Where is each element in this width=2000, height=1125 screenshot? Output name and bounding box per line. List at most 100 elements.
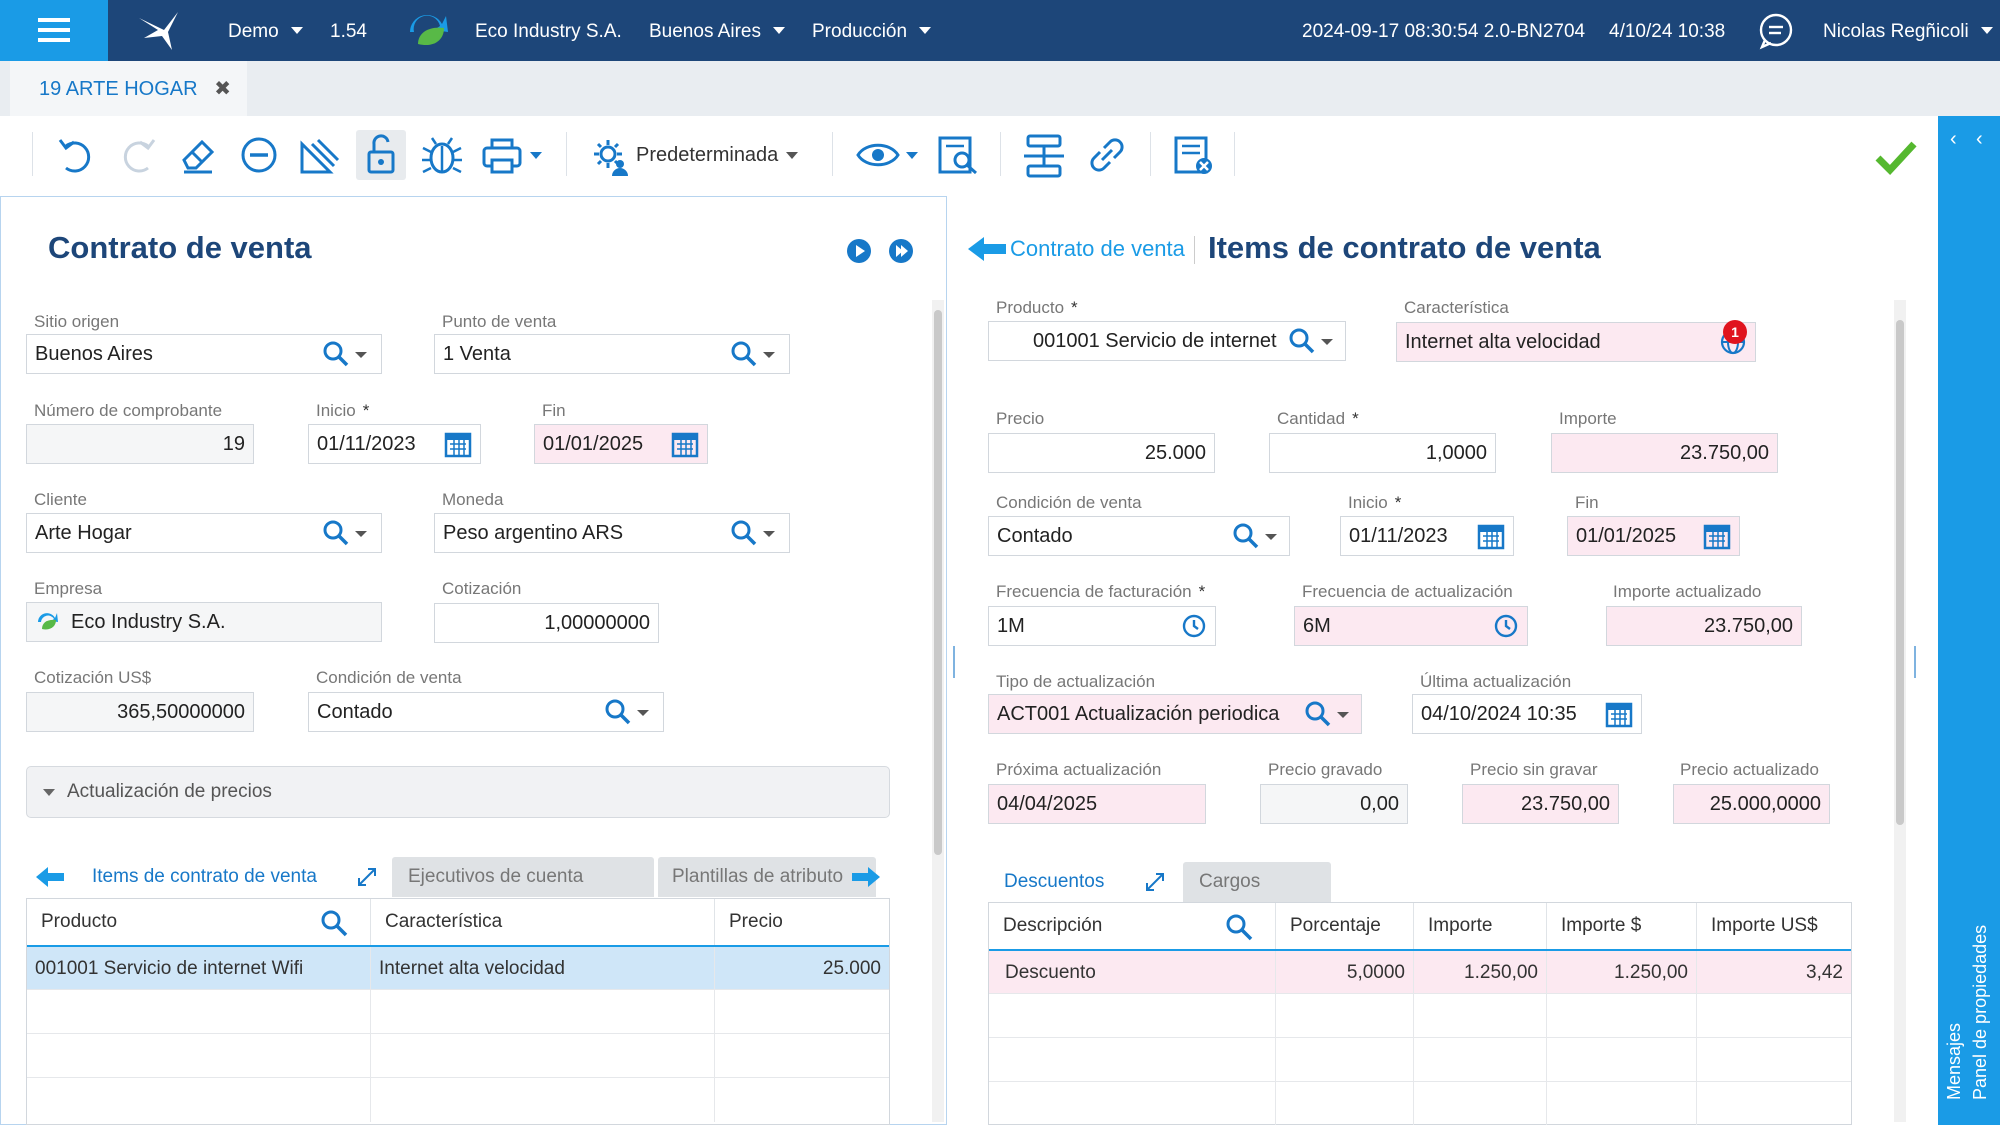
back-arrow-icon[interactable] (966, 234, 1008, 264)
freq-facturacion-field[interactable]: 1M (988, 606, 1216, 646)
menu-button[interactable] (0, 0, 108, 61)
ultima-actualizacion-field[interactable]: 04/10/2024 10:35 (1412, 694, 1642, 734)
search-dropdown-icon[interactable] (1287, 326, 1337, 356)
module-selector[interactable]: Producción (812, 0, 932, 61)
collapse-left-icon[interactable]: ‹ (1950, 128, 1957, 151)
list-cancel-icon[interactable] (1170, 130, 1218, 180)
redo-icon[interactable] (114, 130, 162, 180)
visibility-button[interactable] (854, 130, 920, 180)
bug-icon[interactable] (418, 130, 466, 180)
properties-panel-tab[interactable]: Panel de propiedades (1970, 925, 1991, 1100)
col-caracteristica[interactable]: Característica (371, 899, 715, 945)
col-importe[interactable]: Importe (1414, 903, 1547, 949)
col-precio[interactable]: Precio (715, 899, 889, 945)
ultima-actualizacion-label: Última actualización (1420, 672, 1572, 691)
punto-venta-field[interactable]: 1 Venta (434, 334, 790, 374)
cancel-circle-icon[interactable] (235, 130, 283, 180)
inicio-item-field[interactable]: 01/11/2023 (1340, 516, 1514, 556)
cotizacion-field[interactable]: 1,00000000 (434, 603, 659, 643)
scroll-thumb[interactable] (1896, 320, 1904, 825)
col-porcentaje[interactable]: Porcentaje (1276, 903, 1414, 949)
search-icon[interactable] (1225, 913, 1253, 941)
search-dropdown-icon[interactable] (729, 518, 779, 548)
inicio-label: Inicio * (316, 401, 370, 420)
confirm-check-icon[interactable] (1874, 136, 1918, 176)
cell-importe-pesos: 1.250,00 (1547, 951, 1697, 995)
fin-field[interactable]: 01/01/2025 (534, 424, 708, 464)
eraser-icon[interactable] (174, 130, 222, 180)
search-dropdown-icon[interactable] (729, 339, 779, 369)
env-selector[interactable]: Demo (228, 0, 303, 61)
tipo-actualizacion-field[interactable]: ACT001 Actualización periodica (988, 694, 1362, 734)
cliente-field[interactable]: Arte Hogar (26, 513, 382, 553)
print-button[interactable] (480, 130, 546, 180)
play-icon[interactable] (846, 238, 872, 264)
precio-gravado-field: 0,00 (1260, 784, 1408, 824)
search-dropdown-icon[interactable] (1231, 521, 1281, 551)
clock-icon[interactable] (1493, 613, 1519, 639)
caracteristica-field[interactable]: Internet alta velocidad 1 (1396, 320, 1756, 362)
col-importe-pesos[interactable]: Importe $ (1547, 903, 1697, 949)
right-scrollbar[interactable] (1894, 300, 1906, 1122)
condicion-venta-item-field[interactable]: Contado (988, 516, 1290, 556)
site-selector[interactable]: Buenos Aires (649, 0, 785, 61)
split-icon[interactable] (1020, 130, 1068, 180)
expand-icon[interactable] (1144, 871, 1166, 893)
empty-row (27, 1077, 889, 1122)
condicion-venta-field[interactable]: Contado (308, 692, 664, 732)
tab-ejecutivos[interactable]: Ejecutivos de cuenta (392, 857, 654, 897)
link-icon[interactable] (1082, 130, 1130, 180)
fin-item-field[interactable]: 01/01/2025 (1567, 516, 1740, 556)
inicio-field[interactable]: 01/11/2023 (308, 424, 481, 464)
search-dropdown-icon[interactable] (321, 339, 371, 369)
scroll-thumb[interactable] (934, 310, 942, 855)
arrow-right-icon[interactable] (850, 864, 882, 890)
precio-field[interactable]: 25.000 (988, 433, 1215, 473)
price-update-section[interactable]: Actualización de precios (26, 766, 890, 818)
sitio-origen-field[interactable]: Buenos Aires (26, 334, 382, 374)
tab-items-contrato[interactable]: Items de contrato de venta (76, 857, 386, 897)
calendar-icon[interactable] (444, 430, 472, 458)
calendar-icon[interactable] (671, 430, 699, 458)
document-tab[interactable]: 19 ARTE HOGAR ✖ (10, 61, 247, 116)
view-selector[interactable]: Predeterminada (590, 130, 810, 180)
splitter-handle[interactable] (1914, 646, 1916, 678)
clock-icon[interactable] (1181, 613, 1207, 639)
tab-cargos[interactable]: Cargos (1183, 862, 1331, 902)
col-producto[interactable]: Producto (27, 899, 371, 945)
calendar-icon[interactable] (1605, 700, 1633, 728)
undo-icon[interactable] (52, 130, 100, 180)
proxima-actualizacion-field[interactable]: 04/04/2025 (988, 784, 1206, 824)
user-menu[interactable]: Nicolas Regñicoli (1823, 0, 1993, 61)
next-icon[interactable] (888, 238, 914, 264)
chat-icon[interactable] (1757, 12, 1795, 50)
col-descripcion[interactable]: Descripción (989, 903, 1276, 949)
messages-tab[interactable]: Mensajes (1944, 1023, 1965, 1100)
search-dropdown-icon[interactable] (321, 518, 371, 548)
document-tab-label: 19 ARTE HOGAR (39, 78, 198, 100)
unlock-button[interactable] (356, 130, 406, 180)
collapse-left-icon-2[interactable]: ‹ (1976, 128, 1983, 151)
ruler-pen-icon[interactable] (296, 130, 344, 180)
expand-icon[interactable] (356, 866, 378, 888)
close-tab-icon[interactable]: ✖ (214, 61, 231, 118)
table-row[interactable]: 001001 Servicio de internet Wifi Interne… (27, 945, 889, 991)
tab-plantillas[interactable]: Plantillas de atributo (658, 857, 876, 897)
left-scrollbar[interactable] (932, 300, 944, 1122)
back-link[interactable]: Contrato de venta (1010, 236, 1185, 262)
document-search-icon[interactable] (934, 130, 982, 180)
search-icon[interactable] (320, 909, 348, 937)
arrow-left-icon[interactable] (34, 864, 66, 890)
moneda-field[interactable]: Peso argentino ARS (434, 513, 790, 553)
col-importe-usd[interactable]: Importe US$ (1697, 903, 1851, 949)
search-dropdown-icon[interactable] (1303, 699, 1353, 729)
separator (1000, 132, 1001, 176)
calendar-icon[interactable] (1477, 522, 1505, 550)
splitter-handle[interactable] (953, 646, 955, 678)
table-row[interactable]: Descuento 5,0000 1.250,00 1.250,00 3,42 (989, 949, 1851, 995)
search-dropdown-icon[interactable] (603, 697, 653, 727)
calendar-icon[interactable] (1703, 522, 1731, 550)
cantidad-field[interactable]: 1,0000 (1269, 433, 1496, 473)
producto-field[interactable]: 001001 Servicio de internet (988, 321, 1346, 361)
freq-actualizacion-field[interactable]: 6M (1294, 606, 1528, 646)
